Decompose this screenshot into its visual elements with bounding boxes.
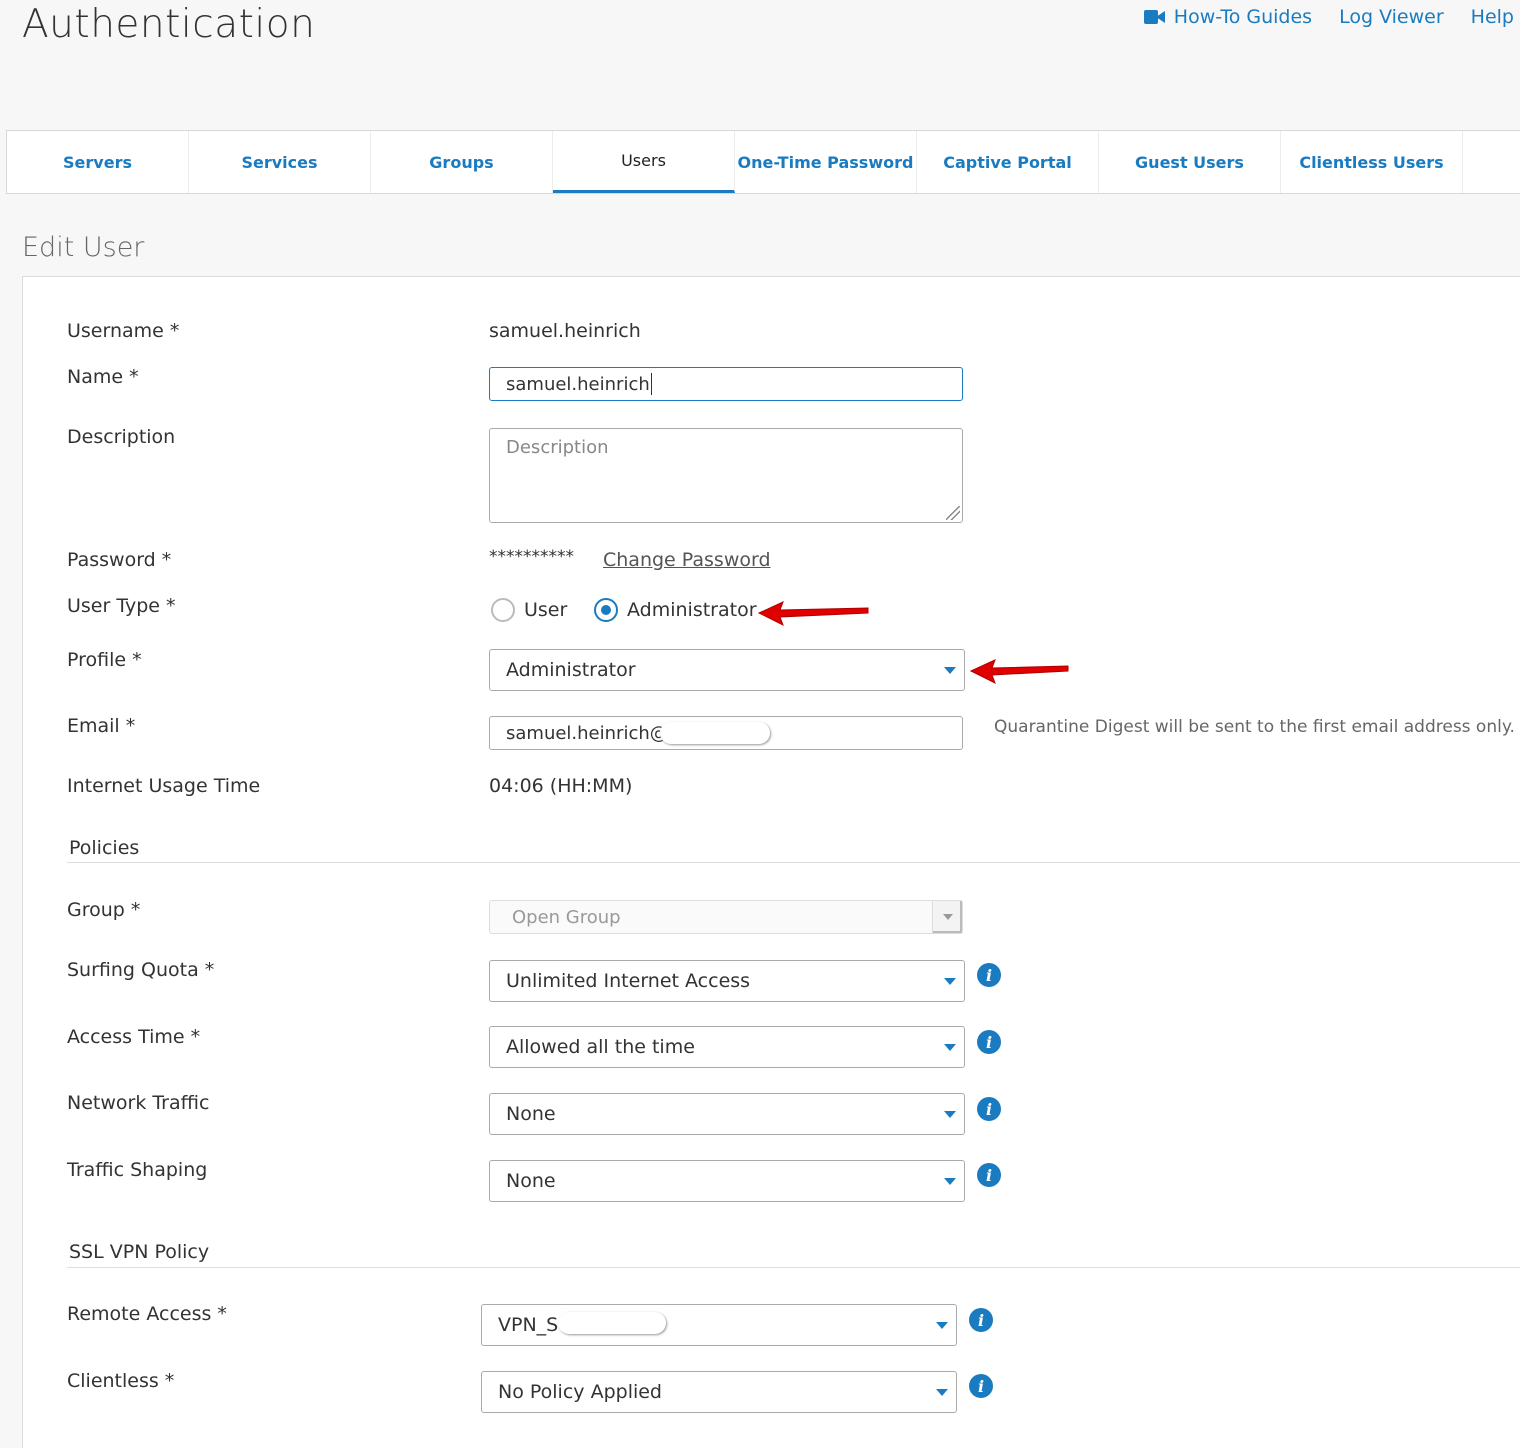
profile-select[interactable]: Administrator xyxy=(489,649,965,691)
clientless-select[interactable]: No Policy Applied xyxy=(481,1371,957,1413)
policies-divider xyxy=(67,862,1520,863)
traffic-shaping-value: None xyxy=(506,1170,556,1192)
tab-users[interactable]: Users xyxy=(553,131,735,193)
password-label: Password * xyxy=(67,549,172,571)
access-time-value: Allowed all the time xyxy=(506,1036,695,1058)
surfing-quota-select[interactable]: Unlimited Internet Access xyxy=(489,960,965,1002)
user-type-user-label: User xyxy=(524,599,568,621)
access-time-select[interactable]: Allowed all the time xyxy=(489,1026,965,1068)
email-label: Email * xyxy=(67,715,136,737)
chevron-down-icon xyxy=(936,1322,948,1329)
name-label: Name * xyxy=(67,366,139,388)
tab-one-time-password[interactable]: One-Time Password xyxy=(735,131,917,193)
user-type-administrator-radio[interactable] xyxy=(594,598,618,622)
ssl-vpn-title: SSL VPN Policy xyxy=(69,1241,210,1263)
email-value: samuel.heinrich@ xyxy=(506,722,668,744)
change-password-link[interactable]: Change Password xyxy=(603,549,771,571)
username-value: samuel.heinrich xyxy=(489,320,641,342)
profile-value: Administrator xyxy=(506,659,636,681)
red-arrow-icon xyxy=(969,659,1069,685)
traffic-shaping-select[interactable]: None xyxy=(489,1160,965,1202)
redaction-mark xyxy=(660,722,770,744)
redaction-mark xyxy=(558,1312,666,1334)
network-traffic-select[interactable]: None xyxy=(489,1093,965,1135)
ssl-vpn-divider xyxy=(67,1267,1520,1268)
network-traffic-label: Network Traffic xyxy=(67,1092,210,1114)
user-type-user-radio[interactable] xyxy=(491,598,515,622)
log-viewer-link[interactable]: Log Viewer xyxy=(1339,6,1444,28)
description-label: Description xyxy=(67,426,176,448)
text-cursor xyxy=(650,373,652,395)
group-select: Open Group xyxy=(489,900,963,934)
tab-servers[interactable]: Servers xyxy=(7,131,189,193)
clientless-label: Clientless * xyxy=(67,1370,175,1392)
help-link[interactable]: Help xyxy=(1471,6,1514,28)
policies-title: Policies xyxy=(69,837,140,859)
info-icon[interactable]: i xyxy=(969,1308,993,1332)
traffic-shaping-label: Traffic Shaping xyxy=(67,1159,208,1181)
info-icon[interactable]: i xyxy=(969,1374,993,1398)
password-value: ********** xyxy=(489,547,574,567)
name-input[interactable]: samuel.heinrich xyxy=(489,367,963,401)
tab-clientless-users[interactable]: Clientless Users xyxy=(1281,131,1463,193)
email-hint: Quarantine Digest will be sent to the fi… xyxy=(994,717,1515,737)
chevron-down-icon xyxy=(944,978,956,985)
chevron-down-icon xyxy=(944,1111,956,1118)
network-traffic-value: None xyxy=(506,1103,556,1125)
red-arrow-icon xyxy=(757,601,869,627)
how-to-guides-label: How-To Guides xyxy=(1173,6,1313,28)
section-title: Edit User xyxy=(22,232,145,263)
how-to-guides-link[interactable]: How-To Guides xyxy=(1143,6,1313,28)
description-textarea[interactable]: Description xyxy=(489,428,963,523)
name-input-value: samuel.heinrich xyxy=(506,373,650,395)
surfing-quota-value: Unlimited Internet Access xyxy=(506,970,751,992)
remote-access-value: VPN_S xyxy=(498,1314,559,1336)
surfing-quota-label: Surfing Quota * xyxy=(67,959,215,981)
page-title: Authentication xyxy=(22,2,316,47)
video-camera-icon xyxy=(1143,10,1166,24)
group-value: Open Group xyxy=(512,906,621,928)
top-links: How-To Guides Log Viewer Help xyxy=(1143,6,1514,28)
group-label: Group * xyxy=(67,899,141,921)
tab-groups[interactable]: Groups xyxy=(371,131,553,193)
description-placeholder: Description xyxy=(506,437,609,458)
remote-access-label: Remote Access * xyxy=(67,1303,227,1325)
profile-label: Profile * xyxy=(67,649,142,671)
user-type-administrator-label: Administrator xyxy=(627,599,757,621)
tab-bar: Servers Services Groups Users One-Time P… xyxy=(6,130,1520,194)
internet-usage-label: Internet Usage Time xyxy=(67,775,261,797)
username-label: Username * xyxy=(67,320,180,342)
internet-usage-value: 04:06 (HH:MM) xyxy=(489,775,633,797)
resize-handle-icon[interactable] xyxy=(946,506,960,520)
chevron-down-icon xyxy=(936,1389,948,1396)
info-icon[interactable]: i xyxy=(977,1030,1001,1054)
user-type-label: User Type * xyxy=(67,595,176,617)
info-icon[interactable]: i xyxy=(977,1097,1001,1121)
chevron-down-icon xyxy=(944,1178,956,1185)
info-icon[interactable]: i xyxy=(977,963,1001,987)
clientless-value: No Policy Applied xyxy=(498,1381,662,1403)
tab-services[interactable]: Services xyxy=(189,131,371,193)
chevron-down-icon xyxy=(944,667,956,674)
chevron-down-icon xyxy=(944,1044,956,1051)
chevron-down-icon xyxy=(932,901,962,933)
remote-access-select[interactable]: VPN_S xyxy=(481,1304,957,1346)
tab-guest-users[interactable]: Guest Users xyxy=(1099,131,1281,193)
tab-captive-portal[interactable]: Captive Portal xyxy=(917,131,1099,193)
access-time-label: Access Time * xyxy=(67,1026,201,1048)
info-icon[interactable]: i xyxy=(977,1163,1001,1187)
